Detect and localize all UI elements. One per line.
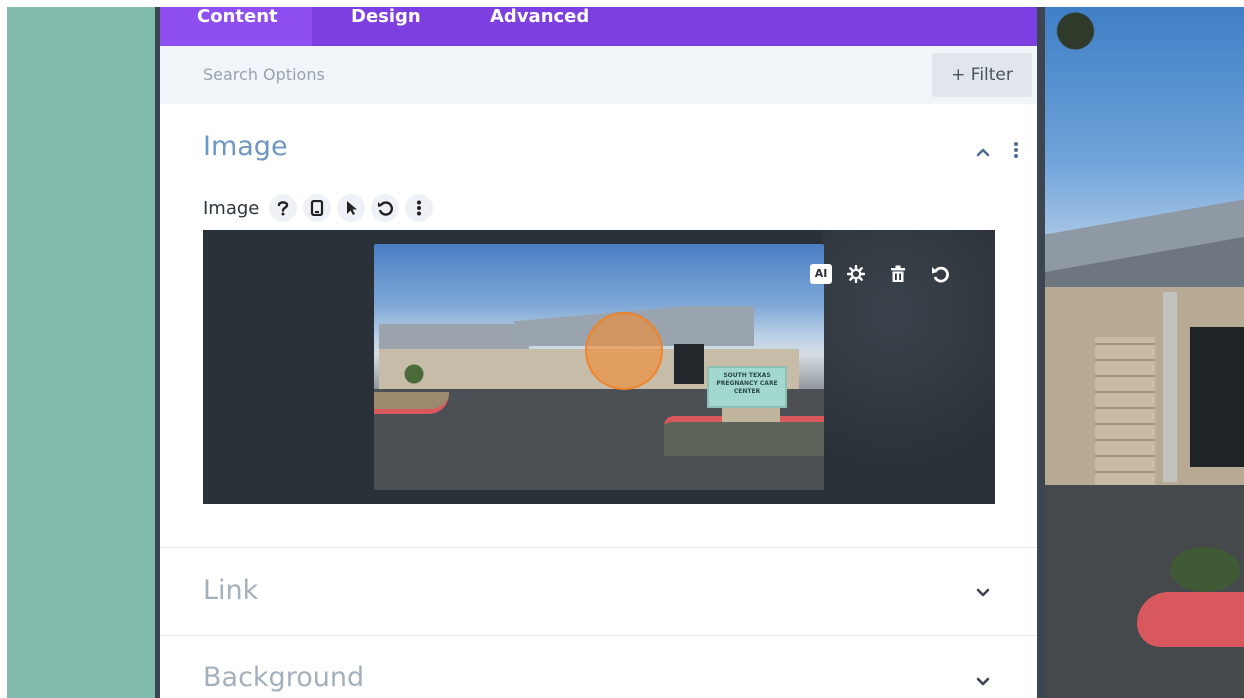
background-photo xyxy=(1045,7,1244,698)
section-divider xyxy=(160,635,1037,636)
preview-tree xyxy=(404,354,424,394)
image-upload-box[interactable]: SOUTH TEXAS PREGNANCY CARE CENTER AI xyxy=(203,230,995,504)
bg-roof xyxy=(1045,197,1244,287)
tab-content[interactable]: Content xyxy=(160,7,312,46)
image-option-label: Image xyxy=(203,197,260,219)
image-preview[interactable]: SOUTH TEXAS PREGNANCY CARE CENTER xyxy=(374,244,824,490)
undo-icon[interactable] xyxy=(930,264,950,284)
bg-curb xyxy=(1137,592,1244,647)
more-vertical-icon[interactable] xyxy=(405,194,434,222)
preview-curb-right xyxy=(664,416,824,456)
section-title-background[interactable]: Background xyxy=(203,662,364,693)
chevron-down-icon[interactable] xyxy=(975,673,991,689)
search-input[interactable] xyxy=(203,62,803,86)
image-option-row: Image xyxy=(203,193,439,223)
bg-post xyxy=(1163,292,1177,482)
left-background-strip xyxy=(7,7,155,698)
module-settings-panel: Content Design Advanced + Filter Image I… xyxy=(160,7,1045,698)
bg-tree xyxy=(1050,7,1135,67)
bg-stone-column xyxy=(1095,337,1155,487)
panel-right-edge xyxy=(1037,7,1045,698)
section-title-link[interactable]: Link xyxy=(203,575,258,606)
preview-sign: SOUTH TEXAS PREGNANCY CARE CENTER xyxy=(707,366,787,408)
reset-icon[interactable] xyxy=(371,194,400,222)
tab-content-label: Content xyxy=(197,7,278,27)
tab-advanced-label: Advanced xyxy=(490,7,590,27)
section-title-image[interactable]: Image xyxy=(203,131,288,162)
chevron-up-icon[interactable] xyxy=(975,144,991,160)
cursor-icon[interactable] xyxy=(337,194,366,222)
image-action-bar: AI xyxy=(810,263,972,285)
tab-design-label: Design xyxy=(351,7,421,27)
section-divider xyxy=(160,547,1037,548)
bg-bush xyxy=(1170,547,1240,592)
screen: Content Design Advanced + Filter Image I… xyxy=(0,0,1244,698)
preview-roof-left xyxy=(379,324,529,352)
tab-design[interactable]: Design xyxy=(351,7,421,46)
bg-door xyxy=(1190,327,1244,467)
filter-button-label: + Filter xyxy=(951,65,1013,85)
section-more-icon[interactable] xyxy=(1013,141,1019,159)
mobile-icon[interactable] xyxy=(303,194,332,222)
chevron-down-icon[interactable] xyxy=(975,584,991,600)
help-icon[interactable] xyxy=(269,194,298,222)
gear-icon[interactable] xyxy=(846,264,866,284)
trash-icon[interactable] xyxy=(888,264,908,284)
tab-advanced[interactable]: Advanced xyxy=(490,7,589,46)
preview-curb-left xyxy=(374,392,449,414)
tab-bar: Content Design Advanced xyxy=(160,7,1037,46)
preview-door xyxy=(674,344,704,384)
ai-icon[interactable]: AI xyxy=(810,264,832,284)
search-bar: + Filter xyxy=(160,46,1037,104)
filter-button[interactable]: + Filter xyxy=(932,53,1032,97)
focus-point-marker[interactable] xyxy=(585,312,663,390)
